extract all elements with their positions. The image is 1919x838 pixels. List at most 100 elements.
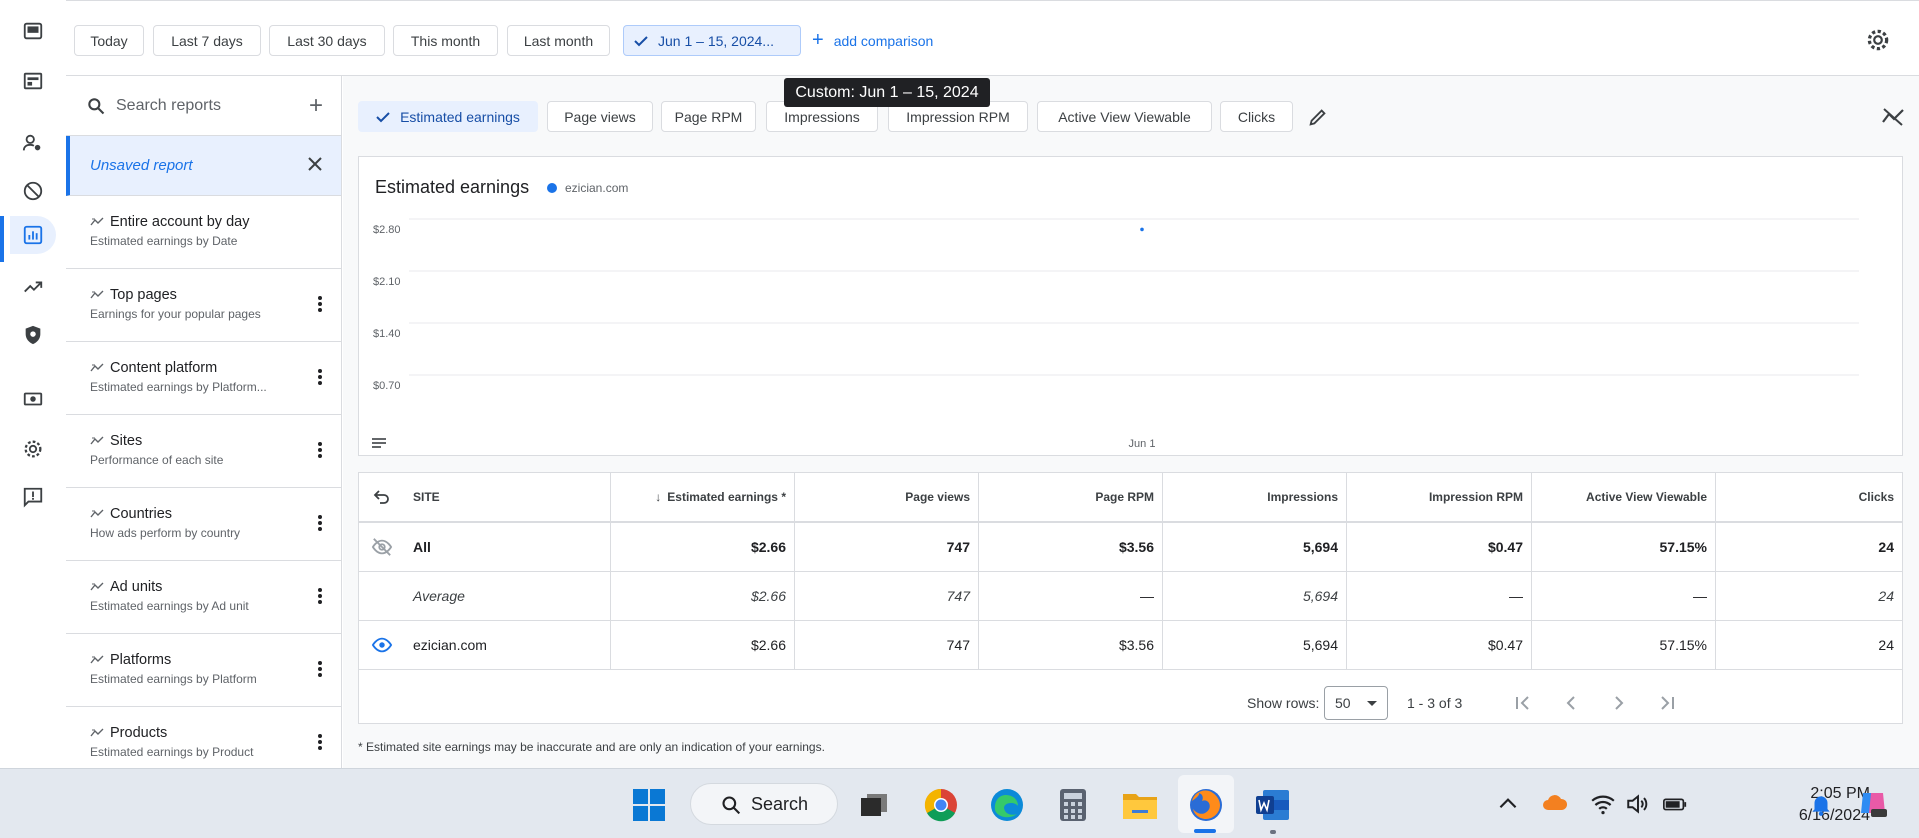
next-page-icon[interactable] — [1607, 691, 1631, 715]
report-item[interactable]: Ad units Estimated earnings by Ad unit — [66, 561, 341, 634]
chevron-up-icon[interactable] — [1495, 791, 1521, 817]
header-earnings[interactable]: ↓ Estimated earnings * — [611, 473, 795, 521]
header-impression-rpm[interactable]: Impression RPM — [1347, 473, 1532, 521]
active-indicator — [0, 216, 4, 262]
this-month-chip[interactable]: This month — [393, 25, 498, 56]
first-page-icon[interactable] — [1511, 691, 1535, 715]
last-30-days-chip[interactable]: Last 30 days — [269, 25, 385, 56]
prev-page-icon[interactable] — [1559, 691, 1583, 715]
search-reports-input[interactable]: Search reports — [116, 97, 221, 115]
more-vert-icon[interactable] — [317, 660, 323, 678]
gear-icon[interactable] — [1865, 27, 1891, 53]
report-item[interactable]: Countries How ads perform by country — [66, 488, 341, 561]
report-item[interactable]: Products Estimated earnings by Product — [66, 707, 341, 768]
search-icon — [722, 796, 741, 815]
metric-page-rpm[interactable]: Page RPM — [661, 101, 756, 132]
payments-icon[interactable] — [14, 380, 52, 418]
cell-active-view: — — [1532, 572, 1716, 620]
cell-page-rpm: $3.56 — [979, 523, 1163, 571]
chart-table-icon[interactable] — [371, 437, 387, 449]
notification-bell-icon[interactable] — [1808, 791, 1834, 817]
sites-icon[interactable] — [14, 62, 52, 100]
report-item[interactable]: Platforms Estimated earnings by Platform — [66, 634, 341, 707]
firefox-icon[interactable] — [1186, 785, 1226, 825]
more-vert-icon[interactable] — [317, 587, 323, 605]
custom-range-chip[interactable]: Jun 1 – 15, 2024... — [623, 25, 801, 56]
search-reports[interactable]: Search reports + — [66, 76, 341, 136]
cell-site[interactable]: ezician.com — [359, 621, 611, 669]
taskbar-search[interactable]: Search — [690, 783, 838, 825]
today-chip[interactable]: Today — [74, 25, 144, 56]
date-range-bar: Today Last 7 days Last 30 days This mont… — [66, 0, 1919, 76]
header-active-view[interactable]: Active View Viewable — [1532, 473, 1716, 521]
close-icon[interactable] — [305, 154, 325, 174]
add-report-button[interactable]: + — [309, 92, 323, 120]
trend-icon — [90, 436, 104, 445]
more-vert-icon[interactable] — [317, 733, 323, 751]
trend-icon — [90, 509, 104, 518]
plus-icon: + — [812, 29, 824, 51]
y-tick-label: $2.80 — [373, 224, 401, 236]
blocking-controls-icon[interactable] — [14, 172, 52, 210]
custom-range-label: Jun 1 – 15, 2024... — [658, 32, 774, 49]
hide-chart-icon[interactable] — [1881, 106, 1905, 128]
copilot-icon[interactable] — [1857, 787, 1889, 819]
more-vert-icon[interactable] — [317, 514, 323, 532]
home-icon[interactable] — [14, 12, 52, 50]
header-clicks[interactable]: Clicks — [1716, 473, 1902, 521]
metric-page-views[interactable]: Page views — [547, 101, 653, 132]
battery-icon[interactable] — [1662, 791, 1688, 817]
more-vert-icon[interactable] — [317, 441, 323, 459]
x-tick-label: Jun 1 — [1129, 438, 1156, 450]
report-list: Entire account by day Estimated earnings … — [66, 196, 341, 768]
header-earnings-label: Estimated earnings * — [667, 490, 786, 504]
header-page-rpm[interactable]: Page RPM — [979, 473, 1163, 521]
cell-earnings: $2.66 — [611, 621, 795, 669]
trend-icon — [90, 582, 104, 591]
word-icon[interactable] — [1253, 785, 1293, 825]
brand-safety-icon[interactable] — [14, 316, 52, 354]
windows-start-icon[interactable] — [629, 785, 669, 825]
privacy-messaging-icon[interactable] — [14, 124, 52, 162]
last-page-icon[interactable] — [1655, 691, 1679, 715]
edge-icon[interactable] — [987, 785, 1027, 825]
data-point[interactable] — [1140, 227, 1144, 232]
calculator-icon[interactable] — [1053, 785, 1093, 825]
last-month-chip[interactable]: Last month — [507, 25, 610, 56]
undo-icon[interactable] — [373, 488, 391, 506]
report-subtitle: How ads perform by country — [90, 526, 241, 540]
wifi-icon[interactable] — [1590, 791, 1616, 817]
volume-icon[interactable] — [1625, 791, 1651, 817]
settings-icon[interactable] — [14, 430, 52, 468]
report-item[interactable]: Content platform Estimated earnings by Pl… — [66, 342, 341, 415]
header-page-views[interactable]: Page views — [795, 473, 979, 521]
more-vert-icon[interactable] — [317, 368, 323, 386]
report-item[interactable]: Entire account by day Estimated earnings … — [66, 196, 341, 269]
cell-impressions: 5,694 — [1163, 523, 1347, 571]
feedback-icon[interactable] — [14, 478, 52, 516]
rows-per-page-select[interactable]: 50 — [1324, 686, 1388, 720]
reports-icon[interactable] — [10, 216, 56, 254]
cell-active-view: 57.15% — [1532, 621, 1716, 669]
add-comparison-button[interactable]: + add comparison — [812, 25, 933, 56]
more-vert-icon[interactable] — [317, 295, 323, 313]
report-item[interactable]: Top pages Earnings for your popular pages — [66, 269, 341, 342]
metric-estimated-earnings[interactable]: Estimated earnings — [358, 101, 538, 132]
metric-clicks[interactable]: Clicks — [1220, 101, 1293, 132]
file-explorer-icon[interactable] — [1120, 785, 1160, 825]
last-7-days-chip[interactable]: Last 7 days — [153, 25, 261, 56]
pencil-icon[interactable] — [1307, 106, 1329, 128]
chrome-icon[interactable] — [921, 785, 961, 825]
cloud-icon[interactable] — [1543, 791, 1569, 817]
header-impressions[interactable]: Impressions — [1163, 473, 1347, 521]
task-view-icon[interactable] — [854, 785, 894, 825]
unsaved-report-item[interactable]: Unsaved report — [66, 136, 341, 196]
metric-active-view[interactable]: Active View Viewable — [1037, 101, 1212, 132]
table-row-average: Average $2.66 747 — 5,694 — — 24 — [359, 572, 1902, 621]
report-item[interactable]: Sites Performance of each site — [66, 415, 341, 488]
cell-impression-rpm: — — [1347, 572, 1532, 620]
cell-active-view: 57.15% — [1532, 523, 1716, 571]
optimization-icon[interactable] — [14, 268, 52, 306]
cell-page-rpm: $3.56 — [979, 621, 1163, 669]
header-site[interactable]: SITE — [359, 473, 611, 521]
